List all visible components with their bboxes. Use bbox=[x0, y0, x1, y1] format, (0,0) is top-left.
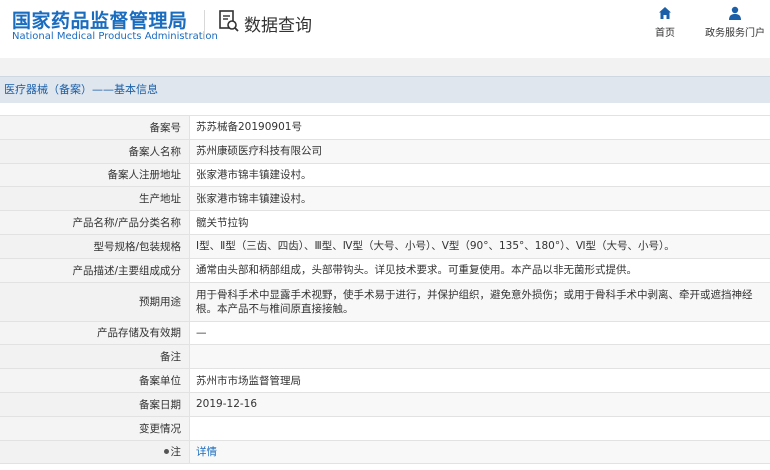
row-label: 备案号 bbox=[0, 116, 190, 139]
data-query-heading: 数据查询 bbox=[218, 9, 312, 37]
row-label: 备案单位 bbox=[0, 369, 190, 392]
row-label: 产品名称/产品分类名称 bbox=[0, 211, 190, 234]
row-value: 张家港市锦丰镇建设村。 bbox=[190, 163, 770, 187]
agency-logo-english[interactable]: National Medical Products Administration bbox=[12, 31, 218, 42]
row-value: 苏苏械备20190901号 bbox=[190, 116, 770, 139]
table-row: 备案日期 2019-12-16 bbox=[0, 392, 770, 417]
row-value bbox=[190, 345, 770, 369]
table-row: 备案单位 苏州市市场监督管理局 bbox=[0, 369, 770, 393]
row-label: 备注 bbox=[0, 345, 190, 369]
table-row: 备案人注册地址 张家港市锦丰镇建设村。 bbox=[0, 163, 770, 188]
table-row: 预期用途 用于骨科手术中显露手术视野，使手术易于进行，并保护组织，避免意外损伤；… bbox=[0, 282, 770, 322]
table-row: 产品描述/主要组成成分 通常由头部和柄部组成，头部带钩头。详见技术要求。可重复使… bbox=[0, 258, 770, 283]
agency-logo-chinese[interactable]: 国家药品监督管理局 bbox=[12, 6, 188, 33]
site-header: 国家药品监督管理局 National Medical Products Admi… bbox=[0, 0, 770, 58]
row-value bbox=[190, 416, 770, 440]
row-value: 张家港市锦丰镇建设村。 bbox=[190, 187, 770, 211]
document-search-icon bbox=[218, 9, 240, 37]
device-info-table: 备案号 苏苏械备20190901号 备案人名称 苏州康硕医疗科技有限公司 备案人… bbox=[0, 115, 770, 465]
row-value: 用于骨科手术中显露手术视野，使手术易于进行，并保护组织，避免意外损伤；或用于骨科… bbox=[190, 282, 770, 321]
details-link[interactable]: 详情 bbox=[190, 440, 770, 464]
nav-home[interactable]: 首页 bbox=[647, 6, 683, 39]
row-value: 通常由头部和柄部组成，头部带钩头。详见技术要求。可重复使用。本产品以非无菌形式提… bbox=[190, 258, 770, 282]
table-row: 备案人名称 苏州康硕医疗科技有限公司 bbox=[0, 139, 770, 164]
table-row: 备案号 苏苏械备20190901号 bbox=[0, 116, 770, 140]
nav-service-portal[interactable]: 政务服务门户 bbox=[700, 6, 770, 39]
section-title: 数据查询 bbox=[244, 15, 312, 36]
table-row: 备注 bbox=[0, 345, 770, 370]
home-icon bbox=[659, 7, 671, 19]
user-icon bbox=[729, 6, 741, 20]
table-row: 型号规格/包装规格 Ⅰ型、Ⅱ型（三齿、四齿）、Ⅲ型、Ⅳ型（大号、小号）、Ⅴ型（9… bbox=[0, 234, 770, 259]
nav-home-label: 首页 bbox=[655, 28, 675, 39]
row-label: 生产地址 bbox=[0, 187, 190, 211]
row-label: 产品存储及有效期 bbox=[0, 321, 190, 345]
row-value: 2019-12-16 bbox=[190, 392, 770, 416]
table-row: 生产地址 张家港市锦丰镇建设村。 bbox=[0, 187, 770, 212]
header-divider bbox=[204, 10, 205, 40]
row-label-text: 注 bbox=[170, 446, 182, 459]
breadcrumb: 医疗器械（备案）——基本信息 bbox=[0, 76, 770, 103]
row-label: 备案人注册地址 bbox=[0, 163, 190, 187]
row-label: 变更情况 bbox=[0, 416, 190, 440]
row-value: — bbox=[190, 321, 770, 345]
row-label: 备案人名称 bbox=[0, 139, 190, 163]
row-value: Ⅰ型、Ⅱ型（三齿、四齿）、Ⅲ型、Ⅳ型（大号、小号）、Ⅴ型（90°、135°、18… bbox=[190, 234, 770, 258]
table-row: 注 详情 bbox=[0, 440, 770, 465]
row-value: 髋关节拉钩 bbox=[190, 211, 770, 234]
note-marker-icon bbox=[163, 449, 169, 455]
row-label: 产品描述/主要组成成分 bbox=[0, 258, 190, 282]
table-row: 产品存储及有效期 — bbox=[0, 321, 770, 346]
row-label: 备案日期 bbox=[0, 392, 190, 416]
row-label: 型号规格/包装规格 bbox=[0, 234, 190, 258]
row-label: 预期用途 bbox=[0, 282, 190, 321]
row-label: 注 bbox=[0, 440, 190, 464]
table-row: 变更情况 bbox=[0, 416, 770, 441]
row-value: 苏州康硕医疗科技有限公司 bbox=[190, 139, 770, 163]
row-value: 苏州市市场监督管理局 bbox=[190, 369, 770, 392]
nav-service-label: 政务服务门户 bbox=[705, 28, 765, 39]
table-row: 产品名称/产品分类名称 髋关节拉钩 bbox=[0, 211, 770, 235]
header-subbar bbox=[0, 58, 770, 76]
